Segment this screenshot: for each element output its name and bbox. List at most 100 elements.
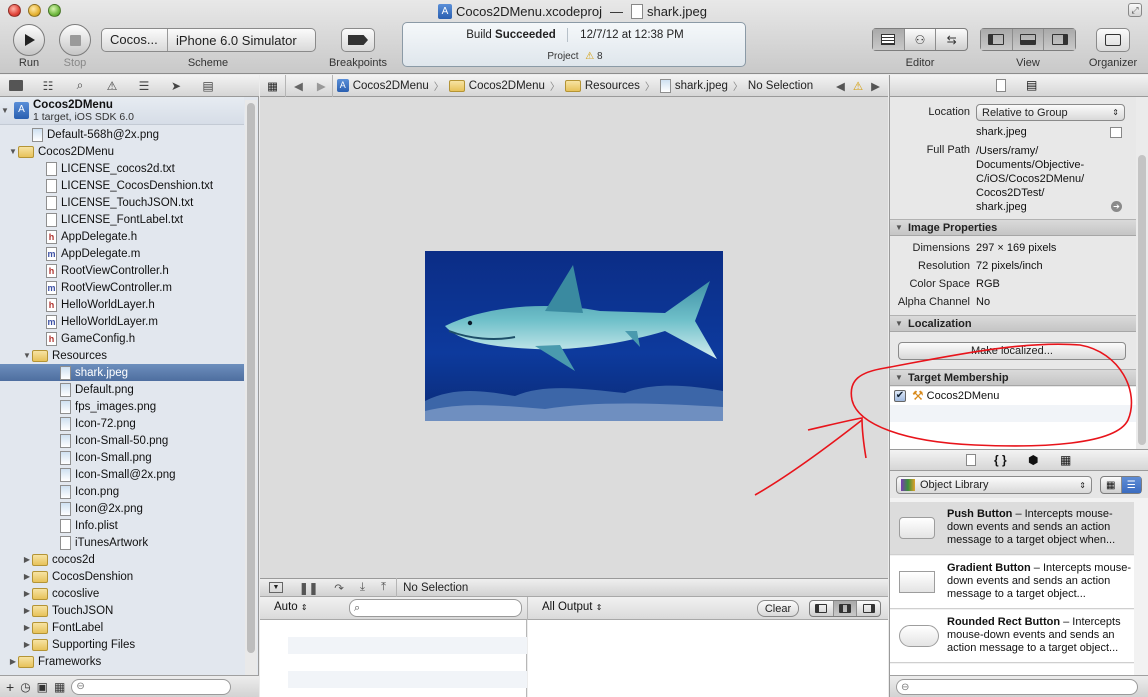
file-row[interactable]: Icon@2x.png <box>0 500 244 517</box>
disclosure-open-icon[interactable]: ▼ <box>22 351 32 360</box>
reveal-in-finder-icon[interactable]: ➔ <box>1111 201 1122 212</box>
file-row[interactable]: fps_images.png <box>0 398 244 415</box>
file-row[interactable]: m AppDelegate.m <box>0 245 244 262</box>
list-view-button[interactable]: ☰ <box>1121 477 1141 493</box>
choose-file-icon[interactable] <box>1110 127 1122 138</box>
library-view-mode-control[interactable]: ▦ ☰ <box>1100 476 1142 494</box>
location-popup[interactable]: Relative to Group ⇕ <box>976 104 1125 121</box>
folder-row[interactable]: ▼ Resources <box>0 347 244 364</box>
file-row[interactable]: LICENSE_TouchJSON.txt <box>0 194 244 211</box>
navigator-filter-input[interactable]: ⊖ <box>71 678 232 695</box>
issues-summary[interactable]: Project ⚠ 8 <box>403 51 747 62</box>
navigator-scroll-thumb[interactable] <box>247 103 255 653</box>
file-row[interactable]: Icon-Small@2x.png <box>0 466 244 483</box>
library-item-partial[interactable] <box>890 664 1134 675</box>
toggle-debug-area-button[interactable] <box>1012 29 1045 50</box>
file-row[interactable]: shark.jpeg <box>0 364 244 381</box>
disclosure-open-icon[interactable]: ▼ <box>8 147 18 156</box>
file-row[interactable]: Default-568h@2x.png <box>0 126 244 143</box>
inspector-scroll-thumb[interactable] <box>1138 155 1146 445</box>
folder-row[interactable]: ▶ Frameworks <box>0 653 244 670</box>
toggle-utilities-button[interactable] <box>1044 29 1076 50</box>
breakpoints-button[interactable] <box>341 28 375 52</box>
media-library-tab[interactable]: ▦ <box>1060 453 1071 467</box>
disclosure-closed-icon[interactable]: ▶ <box>8 657 18 666</box>
standard-editor-button[interactable] <box>873 29 905 50</box>
disclosure-closed-icon[interactable]: ▶ <box>22 623 32 632</box>
folder-row[interactable]: ▶ cocos2d <box>0 551 244 568</box>
variables-scope-popup[interactable]: Auto ⇕ <box>274 601 308 613</box>
file-row[interactable]: Default.png <box>0 381 244 398</box>
file-row[interactable]: m HelloWorldLayer.m <box>0 313 244 330</box>
issue-navigator-tab[interactable]: ⚠ <box>96 75 128 97</box>
image-properties-header[interactable]: ▼ Image Properties <box>890 219 1138 236</box>
library-type-popup[interactable]: Object Library ⇕ <box>896 476 1092 494</box>
both-panes-button[interactable] <box>833 601 858 616</box>
related-files-button[interactable]: ▦ <box>260 74 286 97</box>
localization-header[interactable]: ▼ Localization <box>890 315 1138 332</box>
add-icon[interactable]: + <box>6 679 14 695</box>
disclosure-closed-icon[interactable]: ▶ <box>22 555 32 564</box>
file-row[interactable]: LICENSE_CocosDenshion.txt <box>0 177 244 194</box>
hide-debug-area-icon[interactable]: ▼ <box>269 582 283 593</box>
file-row[interactable]: Icon.png <box>0 483 244 500</box>
target-row[interactable]: ✔ ⚒ Cocos2DMenu <box>890 387 1138 405</box>
log-navigator-tab[interactable]: ▤ <box>192 75 224 97</box>
variables-only-button[interactable] <box>810 601 834 616</box>
folder-row[interactable]: ▶ FontLabel <box>0 619 244 636</box>
breadcrumb-selection[interactable]: No Selection <box>744 80 817 92</box>
debug-navigator-tab[interactable]: ☰ <box>128 75 160 97</box>
version-editor-button[interactable]: ⇆ <box>936 29 967 50</box>
step-over-icon[interactable]: ↷ <box>334 581 344 595</box>
disclosure-closed-icon[interactable]: ▶ <box>22 589 32 598</box>
file-row[interactable]: iTunesArtwork <box>0 534 244 551</box>
scheme-popup[interactable]: Cocos... iPhone 6.0 Simulator <box>101 28 316 52</box>
target-checkbox[interactable]: ✔ <box>894 390 906 402</box>
breadcrumb-file[interactable]: shark.jpeg <box>656 78 732 93</box>
back-button[interactable]: ◀ <box>286 79 311 93</box>
debug-layout-control[interactable] <box>809 600 881 617</box>
file-row[interactable]: Icon-Small-50.png <box>0 432 244 449</box>
pause-icon[interactable]: ❚❚ <box>299 581 318 595</box>
file-template-library-tab[interactable] <box>966 454 976 469</box>
library-item[interactable]: Gradient Button – Intercepts mouse-down … <box>890 556 1134 609</box>
breakpoint-navigator-tab[interactable]: ➤ <box>160 75 192 97</box>
folder-row[interactable]: ▶ TouchJSON <box>0 602 244 619</box>
quick-help-tab[interactable]: ▤ <box>1026 78 1037 92</box>
assistant-editor-button[interactable]: ⚇ <box>905 29 937 50</box>
console-output[interactable] <box>528 620 888 697</box>
console-output-popup[interactable]: All Output ⇕ <box>542 601 602 613</box>
file-row[interactable]: LICENSE_cocos2d.txt <box>0 160 244 177</box>
breadcrumb-resources[interactable]: Resources <box>561 79 644 92</box>
unsaved-files-icon[interactable]: ▦ <box>54 680 65 694</box>
file-inspector-tab[interactable] <box>996 79 1006 95</box>
editor-mode-control[interactable]: ⚇ ⇆ <box>872 28 968 51</box>
disclosure-closed-icon[interactable]: ▶ <box>22 606 32 615</box>
disclosure-closed-icon[interactable]: ▶ <box>22 572 32 581</box>
make-localized-button[interactable]: Make localized... <box>898 342 1126 360</box>
file-row[interactable]: h GameConfig.h <box>0 330 244 347</box>
fullscreen-icon[interactable]: ⤢ <box>1128 3 1142 17</box>
stop-button[interactable] <box>59 24 91 56</box>
variables-view[interactable] <box>260 620 527 697</box>
project-navigator-tab[interactable] <box>0 75 32 97</box>
folder-row[interactable]: ▼ Cocos2DMenu <box>0 143 244 160</box>
next-issue-icon[interactable]: ▶ <box>871 79 880 93</box>
recent-files-icon[interactable]: ◷ <box>20 680 30 694</box>
breadcrumb-project[interactable]: A Cocos2DMenu <box>333 79 433 92</box>
folder-row[interactable]: ▶ Supporting Files <box>0 636 244 653</box>
target-membership-header[interactable]: ▼ Target Membership <box>890 369 1138 386</box>
step-out-icon[interactable]: ⤒ <box>381 581 386 594</box>
clear-console-button[interactable]: Clear <box>757 600 799 617</box>
file-row[interactable]: Info.plist <box>0 517 244 534</box>
file-row[interactable]: h AppDelegate.h <box>0 228 244 245</box>
toggle-navigator-button[interactable] <box>981 29 1013 50</box>
icon-view-button[interactable]: ▦ <box>1101 477 1122 493</box>
file-row[interactable]: LICENSE_FontLabel.txt <box>0 211 244 228</box>
file-row[interactable]: Icon-Small.png <box>0 449 244 466</box>
file-row[interactable]: h HelloWorldLayer.h <box>0 296 244 313</box>
disclosure-closed-icon[interactable]: ▶ <box>22 640 32 649</box>
code-snippet-library-tab[interactable]: { } <box>994 453 1007 467</box>
variables-search-input[interactable]: ⌕ <box>349 599 522 617</box>
issue-stepper[interactable]: ◀ ⚠ ▶ <box>832 79 888 93</box>
